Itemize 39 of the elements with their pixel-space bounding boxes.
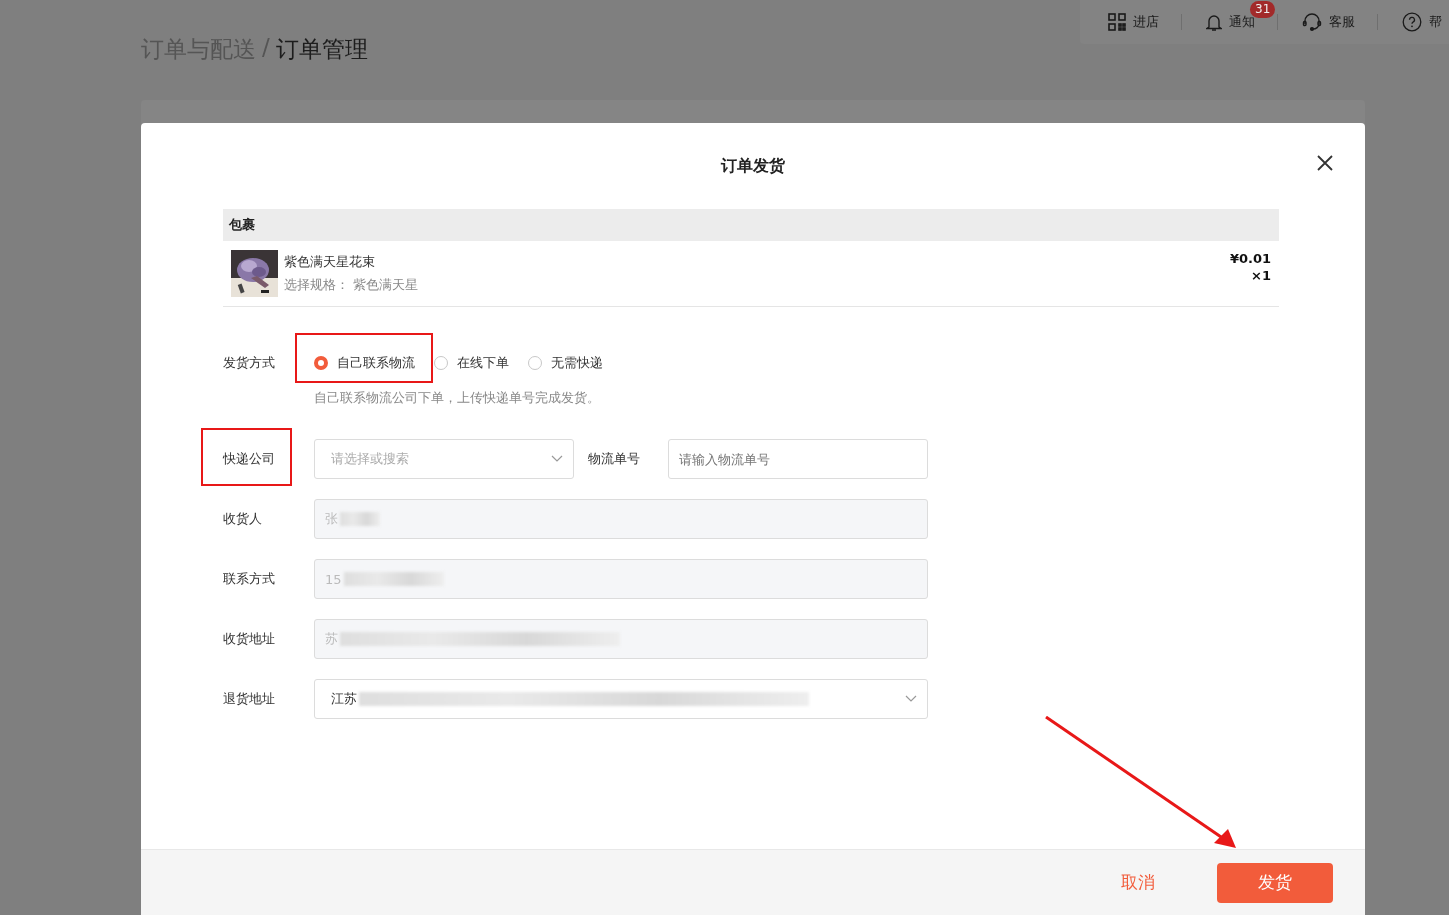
radio-option[interactable]: 自己联系物流 (314, 351, 415, 375)
field-label: 快递公司 (223, 450, 314, 468)
headset-icon (1302, 12, 1322, 32)
field-label: 发货方式 (223, 354, 276, 372)
field-value: 张 (325, 510, 338, 528)
chevron-down-icon (905, 695, 917, 703)
input-field[interactable]: 请输入物流单号 (668, 439, 928, 479)
field-value: 苏 (325, 630, 338, 648)
help-icon (1402, 12, 1422, 32)
field-label: 联系方式 (223, 570, 276, 588)
breadcrumb-item: 订单管理 (275, 35, 368, 64)
field-label: 退货地址 (223, 690, 276, 708)
toolbar-link[interactable]: 帮 (1429, 13, 1442, 31)
dialog-title: 订单发货 (721, 156, 785, 177)
notification-badge: 31 (1250, 1, 1276, 18)
field-value: 江苏 (331, 690, 357, 708)
package-header: 包裹 (223, 209, 1279, 241)
breadcrumb-separator: / (262, 34, 270, 62)
select-field[interactable]: 请选择或搜索 (314, 439, 574, 479)
product-quantity: ×1 (1251, 268, 1271, 283)
cancel-button[interactable]: 取消 (1115, 870, 1161, 895)
field-label: 收货人 (223, 510, 263, 528)
radio-option[interactable]: 无需快递 (528, 351, 603, 375)
hint-text: 自己联系物流公司下单，上传快递单号完成发货。 (314, 389, 601, 407)
field-label: 收货地址 (223, 630, 276, 648)
select-field[interactable]: 江苏 (314, 679, 928, 719)
qr-code-icon (1108, 13, 1126, 31)
toolbar-link[interactable]: 客服 (1329, 13, 1355, 31)
field-label: 物流单号 (588, 450, 641, 468)
field-value: 15 (325, 571, 342, 587)
radio-option[interactable]: 在线下单 (434, 351, 509, 375)
product-price: ¥0.01 (1229, 251, 1271, 266)
chevron-down-icon (551, 455, 563, 463)
ship-button[interactable]: 发货 (1217, 862, 1333, 903)
close-icon[interactable] (1315, 153, 1335, 173)
toolbar-link[interactable]: 进店 (1133, 13, 1159, 31)
product-name: 紫色满天星花束 (284, 253, 376, 271)
product-spec: 选择规格： 紫色满天星 (284, 276, 420, 294)
bell-icon (1206, 12, 1222, 32)
